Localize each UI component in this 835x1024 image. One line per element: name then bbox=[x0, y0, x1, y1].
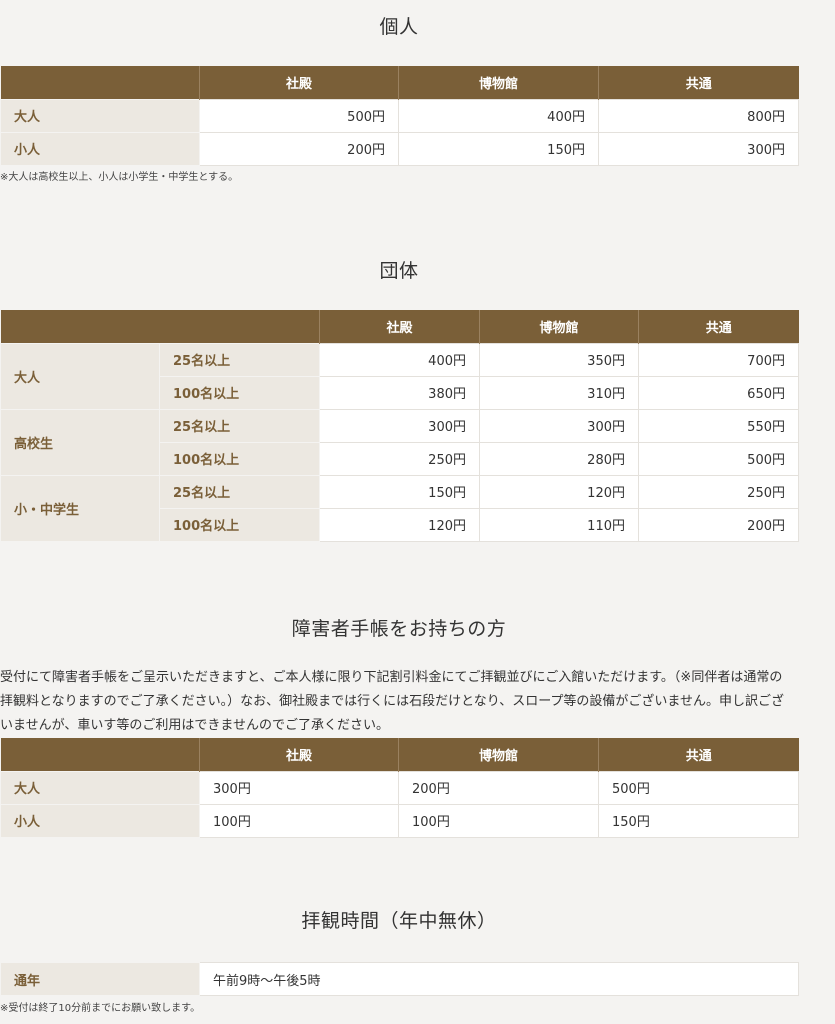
price-cell: 200円 bbox=[638, 507, 799, 542]
price-cell: 250円 bbox=[319, 441, 480, 476]
table-row: 高校生 25名以上 300円 300円 550円 bbox=[0, 408, 799, 476]
price-cell: 300円 bbox=[319, 408, 480, 443]
category-label: 大人 bbox=[0, 342, 160, 410]
price-cell: 380円 bbox=[319, 375, 480, 410]
category-label: 小・中学生 bbox=[0, 474, 160, 542]
group-fee-table: 社殿 博物館 共通 大人 25名以上 400円 350円 700円 100名以上… bbox=[0, 310, 799, 542]
header-shaden: 社殿 bbox=[199, 738, 399, 771]
group-size-label: 25名以上 bbox=[159, 408, 320, 443]
price-cell: 550円 bbox=[638, 408, 799, 443]
price-cell: 200円 bbox=[199, 131, 399, 166]
header-blank bbox=[0, 310, 320, 343]
description-line: 拝観料となりますのでご了承ください。）なお、御社殿までは行くには石段だけとなり、… bbox=[0, 694, 785, 709]
group-size-label: 25名以上 bbox=[159, 342, 320, 377]
header-shaden: 社殿 bbox=[319, 310, 480, 343]
group-size-label: 25名以上 bbox=[159, 474, 320, 509]
price-cell: 700円 bbox=[638, 342, 799, 377]
row-label: 大人 bbox=[0, 98, 200, 133]
table-row: 大人 500円 400円 800円 bbox=[0, 98, 799, 133]
price-cell: 300円 bbox=[598, 131, 799, 166]
price-cell: 250円 bbox=[638, 474, 799, 509]
row-label: 通年 bbox=[0, 962, 200, 996]
price-cell: 400円 bbox=[319, 342, 480, 377]
header-museum: 博物館 bbox=[398, 66, 599, 99]
price-cell: 400円 bbox=[398, 98, 599, 133]
header-museum: 博物館 bbox=[398, 738, 599, 771]
price-cell: 310円 bbox=[479, 375, 639, 410]
table-header-row: 社殿 博物館 共通 bbox=[0, 66, 799, 99]
table-row: 小人 100円 100円 150円 bbox=[0, 803, 799, 838]
group-size-label: 100名以上 bbox=[159, 375, 320, 410]
price-cell: 120円 bbox=[479, 474, 639, 509]
row-label: 大人 bbox=[0, 770, 200, 805]
disability-fee-table: 社殿 博物館 共通 大人 300円 200円 500円 小人 100円 100円… bbox=[0, 738, 799, 838]
individual-note: ※大人は高校生以上、小人は小学生・中学生とする。 bbox=[0, 172, 239, 183]
header-shaden: 社殿 bbox=[199, 66, 399, 99]
header-museum: 博物館 bbox=[479, 310, 639, 343]
table-row: 大人 25名以上 400円 350円 700円 bbox=[0, 342, 799, 410]
table-row: 小・中学生 25名以上 150円 120円 250円 bbox=[0, 474, 799, 542]
price-cell: 100円 bbox=[199, 803, 399, 838]
header-blank bbox=[0, 66, 200, 99]
table-header-row: 社殿 博物館 共通 bbox=[0, 310, 799, 343]
group-title: 団体 bbox=[379, 260, 419, 282]
page: 個人 社殿 博物館 共通 大人 500円 400円 800円 小人 200円 1… bbox=[0, 0, 835, 1024]
hours-title: 拝観時間（年中無休） bbox=[301, 910, 497, 932]
table-header-row: 社殿 博物館 共通 bbox=[0, 738, 799, 771]
price-cell: 150円 bbox=[398, 131, 599, 166]
row-label: 小人 bbox=[0, 131, 200, 166]
group-size-label: 100名以上 bbox=[159, 441, 320, 476]
price-cell: 280円 bbox=[479, 441, 639, 476]
header-common: 共通 bbox=[598, 738, 799, 771]
table-row: 大人 300円 200円 500円 bbox=[0, 770, 799, 805]
price-cell: 150円 bbox=[598, 803, 799, 838]
price-cell: 500円 bbox=[199, 98, 399, 133]
individual-title: 個人 bbox=[379, 16, 419, 38]
price-cell: 500円 bbox=[638, 441, 799, 476]
price-cell: 350円 bbox=[479, 342, 639, 377]
header-blank bbox=[0, 738, 200, 771]
price-cell: 300円 bbox=[199, 770, 399, 805]
row-label: 小人 bbox=[0, 803, 200, 838]
price-cell: 110円 bbox=[479, 507, 639, 542]
price-cell: 500円 bbox=[598, 770, 799, 805]
individual-fee-table: 社殿 博物館 共通 大人 500円 400円 800円 小人 200円 150円… bbox=[0, 66, 799, 166]
header-common: 共通 bbox=[598, 66, 799, 99]
price-cell: 200円 bbox=[398, 770, 599, 805]
hours-note: ※受付は終了10分前までにお願い致します。 bbox=[0, 1003, 201, 1014]
hours-value: 午前9時〜午後5時 bbox=[199, 962, 799, 996]
table-row: 通年 午前9時〜午後5時 bbox=[0, 962, 799, 996]
description-line: 受付にて障害者手帳をご呈示いただきますと、ご本人様に限り下記割引料金にてご拝観並… bbox=[0, 670, 783, 685]
hours-table: 通年 午前9時〜午後5時 bbox=[0, 962, 799, 996]
category-label: 高校生 bbox=[0, 408, 160, 476]
price-cell: 650円 bbox=[638, 375, 799, 410]
price-cell: 100円 bbox=[398, 803, 599, 838]
header-common: 共通 bbox=[638, 310, 799, 343]
price-cell: 120円 bbox=[319, 507, 480, 542]
price-cell: 150円 bbox=[319, 474, 480, 509]
price-cell: 800円 bbox=[598, 98, 799, 133]
price-cell: 300円 bbox=[479, 408, 639, 443]
disability-title: 障害者手帳をお持ちの方 bbox=[291, 618, 507, 640]
group-size-label: 100名以上 bbox=[159, 507, 320, 542]
table-row: 小人 200円 150円 300円 bbox=[0, 131, 799, 166]
disability-description: 受付にて障害者手帳をご呈示いただきますと、ご本人様に限り下記割引料金にてご拝観並… bbox=[0, 666, 800, 738]
description-line: いませんが、車いす等のご利用はできませんのでご了承ください。 bbox=[0, 718, 389, 733]
